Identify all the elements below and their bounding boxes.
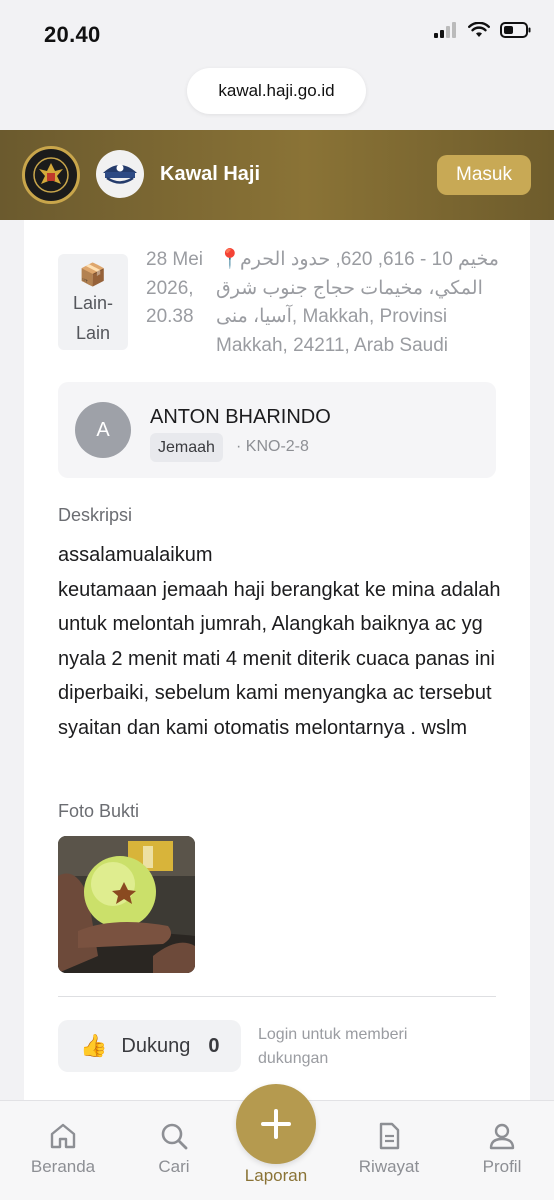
nav-item-riwayat[interactable]: Riwayat (344, 1121, 434, 1177)
nav-item-cari[interactable]: Cari (129, 1121, 219, 1177)
report-card: 📦 Lain-Lain 28 Mei 2026, 20.38 📍 مخيم 10… (24, 220, 530, 1100)
category-label: Lain-Lain (72, 293, 114, 343)
garuda-emblem-icon (33, 157, 69, 193)
agency-emblem-icon (103, 164, 137, 184)
reporter-code: · KNO-2-8 (236, 438, 309, 455)
nav-label: Cari (158, 1157, 190, 1176)
home-icon (50, 1123, 76, 1149)
url-field[interactable]: kawal.haji.go.id (187, 68, 366, 114)
app-header: Kawal Haji Masuk (0, 130, 554, 220)
support-button[interactable]: 👍 Dukung 0 (58, 1020, 241, 1072)
nav-label: Riwayat (358, 1157, 420, 1176)
nav-item-beranda[interactable]: Beranda (18, 1121, 108, 1177)
document-icon (379, 1122, 400, 1150)
avatar: A (75, 402, 131, 458)
browser-url-bar: kawal.haji.go.id (0, 62, 554, 130)
description-heading: Deskripsi (58, 505, 133, 525)
evidence-photo[interactable] (58, 836, 195, 973)
report-location: مخيم 10 - 616, 620, حدود الحرم المكي، مخ… (216, 249, 499, 356)
system-icons (434, 22, 532, 38)
status-bar: 20.40 (0, 0, 554, 62)
wifi-icon (468, 22, 490, 37)
app-title: Kawal Haji (160, 163, 261, 185)
report-datetime: 28 Mei 2026, 20.38 (146, 249, 204, 327)
new-report-button[interactable] (236, 1084, 316, 1164)
ministry-logo (22, 146, 80, 204)
user-icon (489, 1123, 515, 1150)
battery-icon (500, 22, 531, 38)
divider (58, 996, 496, 997)
nav-label: Beranda (30, 1157, 96, 1176)
role-badge: Jemaah (150, 433, 223, 462)
cellular-signal-icon (434, 22, 456, 38)
nav-item-profil[interactable]: Profil (457, 1121, 547, 1177)
nav-label: Profil (482, 1157, 522, 1176)
plus-icon (261, 1109, 291, 1139)
photo-heading: Foto Bukti (58, 801, 140, 821)
nav-label-laporan[interactable]: Laporan (226, 1166, 326, 1186)
status-time: 20.40 (44, 22, 101, 47)
thumbs-up-icon: 👍 (80, 1033, 108, 1058)
reporter-card: A ANTON BHARINDO Jemaah · KNO-2-8 (58, 382, 496, 478)
secondary-logo (96, 150, 144, 198)
evidence-photo-image (58, 836, 195, 973)
reporter-name: ANTON BHARINDO (150, 406, 331, 428)
login-button[interactable]: Masuk (437, 155, 531, 195)
search-icon (161, 1123, 188, 1150)
support-count: 0 (208, 1034, 220, 1057)
support-label: Dukung (121, 1034, 191, 1057)
package-icon: 📦 (79, 262, 107, 287)
category-chip: 📦 Lain-Lain (58, 254, 128, 350)
login-hint: Login untuk memberi dukungan (258, 1026, 408, 1067)
description-text: assalamualaikum keutamaan jemaah haji be… (58, 544, 501, 739)
